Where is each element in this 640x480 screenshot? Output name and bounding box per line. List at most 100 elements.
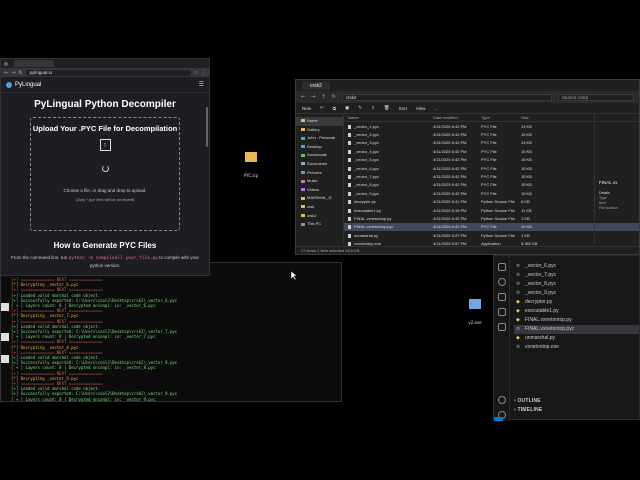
- forward-arrow-icon[interactable]: →: [311, 94, 315, 100]
- file-size-cell: 15 KB: [521, 165, 532, 171]
- nav-item-folder[interactable]: crsk2: [296, 212, 343, 221]
- column-name[interactable]: Name: [348, 115, 433, 120]
- nav-item-folder[interactable]: MARSHAL_D: [296, 194, 343, 203]
- forward-arrow-icon[interactable]: →: [11, 70, 15, 76]
- file-name-cell: _vector_9.pyc: [348, 191, 433, 196]
- terminal-window[interactable]: [+] ============== NEXT ============== [*…: [0, 262, 342, 402]
- window-control-icon[interactable]: [4, 61, 8, 66]
- scrollbar[interactable]: [206, 107, 208, 147]
- browser-tab[interactable]: [14, 60, 54, 67]
- explorer-icon[interactable]: [497, 263, 506, 271]
- file-icon: [348, 200, 351, 205]
- back-arrow-icon[interactable]: ←: [301, 94, 305, 100]
- file-name-cell: _vector_5.pyc: [348, 157, 433, 162]
- desktop-icon-exe[interactable]: v2.exe: [461, 299, 489, 329]
- file-tree-item-selected[interactable]: ≡ FINAL.vxnetontop.pyc: [514, 325, 639, 334]
- file-size-cell: 15 KB: [521, 132, 532, 138]
- file-size-cell: 11 KB: [521, 207, 532, 213]
- source-control-icon[interactable]: [497, 293, 506, 301]
- explorer-tab[interactable]: crsk2: [302, 81, 330, 90]
- nav-item-folder[interactable]: crsk: [296, 203, 343, 212]
- file-icon: [1, 355, 9, 363]
- file-tree-item[interactable]: ≡ _vector_8.pyc: [514, 280, 639, 289]
- file-tree-item[interactable]: ≡ _vector_9.pyc: [514, 289, 639, 298]
- cut-icon[interactable]: ✂: [320, 105, 324, 111]
- search-input[interactable]: Search crsk2: [557, 93, 634, 101]
- search-icon[interactable]: [497, 278, 506, 286]
- file-name: _vector_2.pyc: [354, 132, 379, 138]
- python-icon: ◆: [516, 299, 520, 305]
- hamburger-menu-icon[interactable]: ☰: [199, 81, 204, 88]
- file-icon: ≡: [516, 281, 521, 287]
- nav-label: This PC: [307, 221, 322, 227]
- extensions-icon[interactable]: [497, 323, 506, 331]
- nav-item-gallery[interactable]: Gallery: [296, 126, 343, 135]
- file-date-cell: 4/11/2025 6:42 PM: [433, 140, 467, 146]
- remote-indicator[interactable]: [494, 417, 503, 421]
- file-name: _vector_9.pyc: [354, 190, 379, 196]
- nav-item-desktop[interactable]: Desktop: [296, 143, 343, 152]
- address-bar[interactable]: crsk2: [341, 93, 552, 101]
- desktop-icon-zip[interactable]: PYC.zip: [237, 152, 265, 182]
- file-icon: [348, 225, 351, 230]
- share-icon[interactable]: ⇪: [371, 105, 375, 111]
- new-button[interactable]: New: [302, 106, 311, 111]
- nav-item-this-pc[interactable]: This PC: [296, 220, 343, 229]
- paste-icon[interactable]: ▣: [345, 105, 349, 111]
- bookmark-star-icon[interactable]: ☆: [194, 70, 198, 76]
- rename-icon[interactable]: ✎: [358, 105, 362, 111]
- more-button[interactable]: ...: [435, 106, 439, 111]
- nav-item-videos[interactable]: Videos: [296, 186, 343, 195]
- file-tree-item[interactable]: ≡ _vector_6.pyc: [514, 262, 639, 271]
- column-date[interactable]: Date modified: [433, 115, 481, 120]
- nav-item-documents[interactable]: Documents: [296, 160, 343, 169]
- file-tree-item[interactable]: ◆ executable1.py: [514, 307, 639, 316]
- howto-heading: How to Generate PYC Files: [53, 241, 157, 250]
- sort-button[interactable]: Sort: [399, 106, 407, 111]
- upload-title: Upload Your .PYC File for Decompilation: [32, 124, 178, 133]
- column-type[interactable]: Type: [481, 115, 521, 120]
- up-arrow-icon[interactable]: ↑: [321, 94, 325, 100]
- nav-item-pictures[interactable]: Pictures: [296, 169, 343, 178]
- file-tree-item[interactable]: ≡ _vector_7.pyc: [514, 271, 639, 280]
- file-drop-zone[interactable]: Upload Your .PYC File for Decompilation …: [30, 117, 180, 231]
- url-bar[interactable]: pylingual.io: [25, 69, 191, 76]
- delete-icon[interactable]: 🗑: [384, 105, 390, 111]
- file-tree-item[interactable]: ◆ unmarshal.py: [514, 334, 639, 343]
- file-tree-item[interactable]: ◆ decryptor.py: [514, 298, 639, 307]
- reload-icon[interactable]: ↻: [18, 70, 22, 76]
- outline-section[interactable]: › OUTLINE: [514, 398, 541, 404]
- account-icon[interactable]: [497, 396, 506, 404]
- file-tree-item[interactable]: ◆ FINAL.vxnetontop.py: [514, 316, 639, 325]
- file-name: _vector_3.pyc: [354, 140, 379, 146]
- copy-icon[interactable]: ⧉: [333, 106, 336, 111]
- file-name-cell: decryptor.py: [348, 199, 433, 204]
- file-type-cell: PYC File: [481, 190, 497, 196]
- file-date-cell: 4/11/2025 6:19 PM: [433, 207, 467, 213]
- file-type-cell: PYC File: [481, 148, 497, 154]
- home-icon: [301, 119, 305, 123]
- run-debug-icon[interactable]: [497, 308, 506, 316]
- refresh-icon[interactable]: ↻: [332, 94, 336, 100]
- view-button[interactable]: View: [416, 106, 426, 111]
- back-arrow-icon[interactable]: ←: [4, 70, 8, 76]
- column-size[interactable]: Size: [521, 115, 549, 120]
- file-date-cell: 4/11/2025 6:42 PM: [433, 132, 467, 138]
- file-tree-label: FINAL.vxnetontop.py: [525, 317, 572, 323]
- nav-item-downloads[interactable]: Downloads: [296, 151, 343, 160]
- timeline-section[interactable]: › TIMELINE: [514, 407, 542, 413]
- nav-item-music[interactable]: Music: [296, 177, 343, 186]
- folder-icon: [301, 196, 305, 200]
- upload-file-icon[interactable]: ↑: [99, 139, 111, 151]
- file-tree-label: _vector_7.pyc: [525, 272, 557, 278]
- site-brand[interactable]: PyLingual: [15, 82, 41, 88]
- file-icon: [348, 149, 351, 154]
- file-tree-item[interactable]: ≡ vxnetontop.exe: [514, 343, 639, 352]
- timeline-label: TIMELINE: [517, 407, 543, 413]
- menu-kebab-icon[interactable]: ⋮: [201, 70, 206, 76]
- file-name: unmarshal.py: [354, 232, 379, 238]
- nav-item-onedrive[interactable]: John - Personal: [296, 134, 343, 143]
- file-name-cell: executable1.py: [348, 208, 433, 213]
- nav-label: Home: [307, 118, 318, 123]
- nav-item-home[interactable]: Home: [296, 117, 343, 126]
